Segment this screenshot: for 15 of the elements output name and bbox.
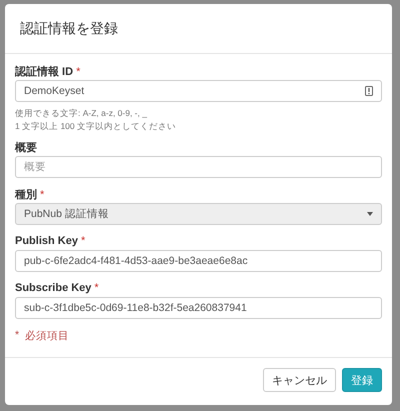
- caret-icon: [367, 212, 373, 216]
- required-note: 必須項目: [25, 329, 70, 343]
- field-label: Publish Key *: [15, 235, 86, 247]
- help-text: 使用できる文字: A-Z, a-z, 0-9, -, _: [15, 107, 148, 120]
- cancel-button[interactable]: キャンセル: [263, 368, 336, 392]
- help-text: 1 文字以上 100 文字以内としてください: [15, 120, 177, 133]
- input-field[interactable]: DemoKeyset: [15, 80, 382, 102]
- required-mark: *: [15, 329, 20, 343]
- input-field[interactable]: sub-c-3f1dbe5c-0d69-11e8-b32f-5ea260837941: [15, 297, 382, 319]
- field-label: Subscribe Key *: [15, 282, 99, 294]
- field-label: 認証情報 ID *: [15, 64, 80, 78]
- field-label: 概要: [15, 140, 37, 154]
- field-label: 種別 *: [15, 188, 44, 202]
- dialog-title: 認証情報を登録: [20, 20, 118, 38]
- input-field[interactable]: pub-c-6fe2adc4-f481-4d53-aae9-be3aeae6e8ac: [15, 250, 382, 272]
